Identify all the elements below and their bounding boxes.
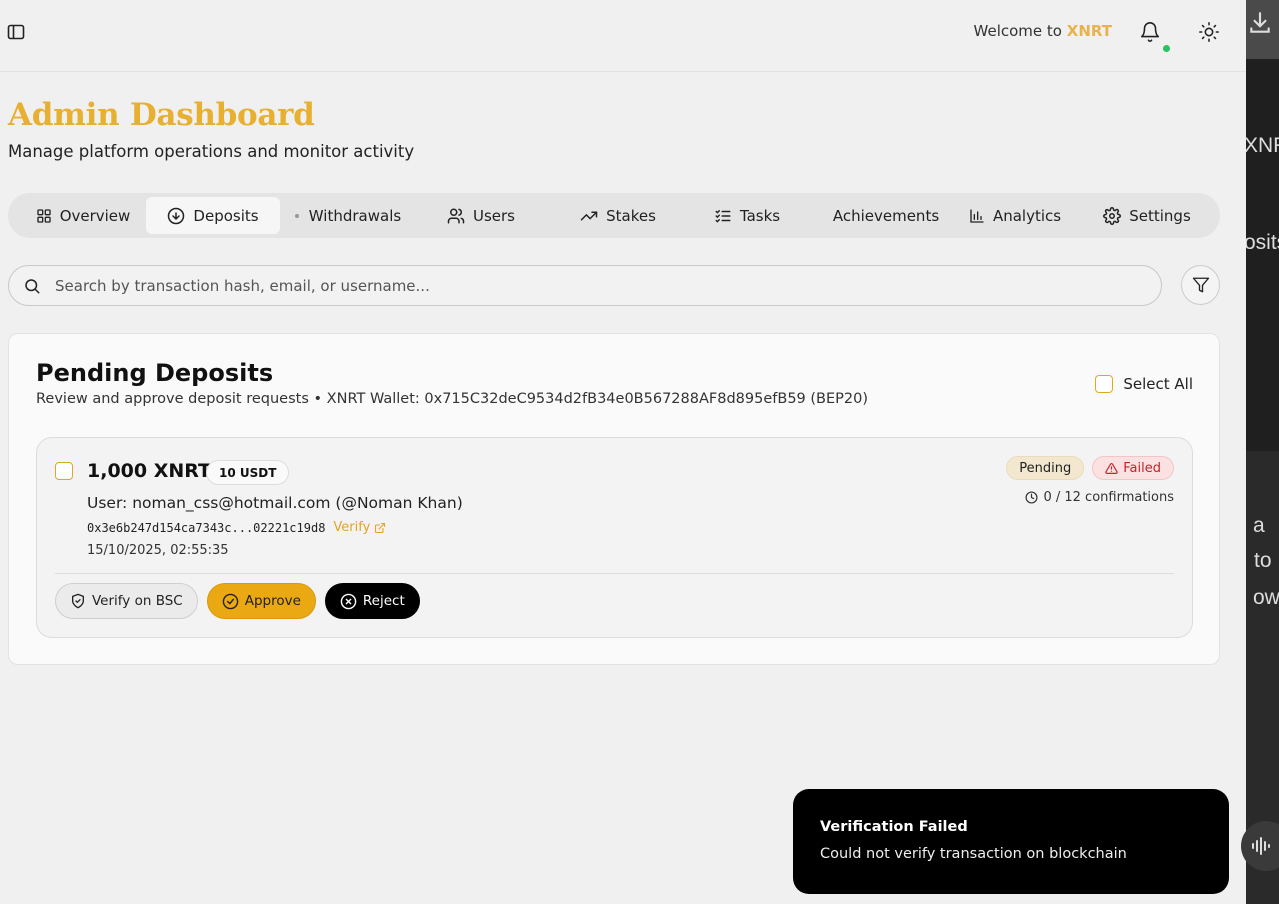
confirmations: 0 / 12 confirmations xyxy=(1025,490,1174,505)
welcome-prefix: Welcome to xyxy=(973,22,1062,40)
usdt-badge: 10 USDT xyxy=(206,460,290,485)
reject-button[interactable]: Reject xyxy=(324,583,420,619)
checkbox[interactable] xyxy=(1095,375,1114,393)
tab-label: Overview xyxy=(59,206,131,225)
verify-button-label: Verify on BSC xyxy=(92,593,183,609)
search-icon xyxy=(25,278,40,293)
pending-deposits-card: Pending Deposits Review and approve depo… xyxy=(8,333,1220,665)
side-fragment: ow xyxy=(1253,586,1279,609)
page-subtitle: Manage platform operations and monitor a… xyxy=(8,142,415,161)
deposit-checkbox[interactable] xyxy=(55,462,73,480)
status-badge-pending: Pending xyxy=(1006,456,1085,480)
bar-chart-icon xyxy=(970,208,984,223)
tab-label: Analytics xyxy=(992,206,1062,225)
tab-users[interactable]: Users xyxy=(416,197,546,234)
sun-icon[interactable] xyxy=(1198,21,1220,43)
status-badges: Pending Failed xyxy=(1006,456,1174,480)
tab-label: Settings xyxy=(1129,206,1191,225)
deposit-amount: 1,000 XNRT xyxy=(87,460,212,482)
tab-label: Users xyxy=(472,206,515,225)
tab-achievements[interactable]: Achievements xyxy=(822,197,950,234)
side-fragment: XNRT xyxy=(1246,134,1279,157)
verify-link-label: Verify xyxy=(333,520,371,535)
toast-description: Could not verify transaction on blockcha… xyxy=(820,846,1127,862)
x-circle-icon xyxy=(340,593,357,609)
deposit-hash-row: 0x3e6b247d154ca7343c...02221c19d8 Verify xyxy=(87,520,386,535)
tab-overview[interactable]: Overview xyxy=(20,197,146,234)
alert-triangle-icon xyxy=(1105,462,1119,474)
approve-button[interactable]: Approve xyxy=(206,583,316,619)
failed-label: Failed xyxy=(1123,460,1161,476)
toast-notification[interactable]: Verification Failed Could not verify tra… xyxy=(793,789,1229,894)
trending-up-icon xyxy=(580,211,598,220)
search-bar xyxy=(8,265,1162,306)
search-input[interactable] xyxy=(55,276,1055,295)
external-link-icon xyxy=(375,522,386,533)
select-all-checkbox[interactable]: Select All xyxy=(1095,375,1193,393)
confirmations-label: 0 / 12 confirmations xyxy=(1043,490,1174,505)
card-subtitle: Review and approve deposit requests • XN… xyxy=(36,391,868,407)
sidebar-toggle-icon[interactable] xyxy=(6,22,26,42)
bell-icon[interactable] xyxy=(1139,21,1161,43)
top-bar: Welcome to XNRT xyxy=(0,0,1246,72)
side-panel-header xyxy=(1246,0,1279,59)
dot-icon xyxy=(294,213,299,218)
filter-button[interactable] xyxy=(1181,265,1220,305)
tab-label: Deposits xyxy=(193,206,259,225)
reject-button-label: Reject xyxy=(362,593,405,609)
deposit-actions: Verify on BSC Approve Reject xyxy=(55,583,420,619)
tab-deposits[interactable]: Deposits xyxy=(146,197,280,234)
tab-label: Withdrawals xyxy=(308,206,402,225)
arrow-down-circle-icon xyxy=(168,207,185,224)
deposit-time: 15/10/2025, 02:55:35 xyxy=(87,543,229,558)
tab-label: Tasks xyxy=(739,206,781,225)
welcome-text: Welcome to XNRT xyxy=(974,22,1112,40)
adjacent-window-panel: XNRT osits a to ow xyxy=(1246,0,1279,904)
users-icon xyxy=(447,208,465,223)
notification-dot xyxy=(1163,45,1170,52)
grid-icon xyxy=(37,208,51,223)
gear-icon xyxy=(1103,206,1122,225)
tx-hash: 0x3e6b247d154ca7343c...02221c19d8 xyxy=(87,520,326,535)
filter-icon xyxy=(1192,277,1209,293)
toast-title: Verification Failed xyxy=(820,819,968,835)
side-fragment: a xyxy=(1253,514,1265,537)
status-badge-failed: Failed xyxy=(1092,456,1174,480)
page-title: Admin Dashboard xyxy=(8,97,315,133)
verify-link[interactable]: Verify xyxy=(333,520,386,535)
tab-tasks[interactable]: Tasks xyxy=(690,197,804,234)
tab-label: Achievements xyxy=(832,206,940,225)
tab-stakes[interactable]: Stakes xyxy=(546,197,690,234)
verify-on-bsc-button[interactable]: Verify on BSC xyxy=(55,583,198,619)
audio-wave-icon xyxy=(1252,837,1270,855)
tab-analytics[interactable]: Analytics xyxy=(950,197,1080,234)
app-root: Welcome to XNRT Admin Dashboard Manage p… xyxy=(0,0,1246,904)
tab-settings[interactable]: Settings xyxy=(1090,197,1204,234)
clock-icon xyxy=(1025,491,1038,504)
side-fragment: osits xyxy=(1246,231,1279,254)
approve-button-label: Approve xyxy=(244,593,301,609)
tab-withdrawals[interactable]: Withdrawals xyxy=(280,197,416,234)
brand-name: XNRT xyxy=(1066,22,1112,40)
select-all-label: Select All xyxy=(1123,375,1193,393)
deposit-item: 1,000 XNRT 10 USDT User: noman_css@hotma… xyxy=(36,437,1193,638)
check-circle-icon xyxy=(222,593,239,609)
card-title: Pending Deposits xyxy=(36,359,274,387)
tab-bar: Overview Deposits Withdrawals Users Stak… xyxy=(8,193,1220,238)
download-icon[interactable] xyxy=(1247,10,1273,36)
tab-label: Stakes xyxy=(606,206,656,225)
divider xyxy=(55,573,1174,574)
list-checks-icon xyxy=(715,209,731,223)
shield-check-icon xyxy=(72,593,84,609)
deposit-user: User: noman_css@hotmail.com (@Noman Khan… xyxy=(87,494,463,512)
side-fragment: to xyxy=(1254,549,1272,572)
